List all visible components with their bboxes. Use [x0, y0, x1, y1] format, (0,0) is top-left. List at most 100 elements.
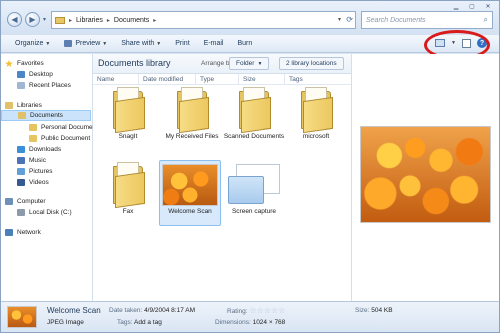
nav-music[interactable]: Music: [17, 155, 46, 166]
star-icon: [5, 60, 13, 67]
close-button[interactable]: ✕: [481, 2, 495, 10]
email-button[interactable]: E-mail: [204, 40, 224, 47]
nav-desktop[interactable]: Desktop: [17, 69, 53, 80]
breadcrumb-separator-icon[interactable]: ▸: [153, 17, 156, 24]
nav-label: Videos: [29, 179, 49, 186]
breadcrumb-separator-icon[interactable]: ▸: [69, 17, 72, 24]
add-tag-field[interactable]: Add a tag: [134, 319, 162, 326]
details-file-name: Welcome Scan: [47, 306, 101, 315]
library-header: Documents library Arrange by: Folder ▼ 2 …: [93, 54, 351, 74]
nav-label: Pictures: [29, 168, 53, 175]
library-title: Documents library: [98, 58, 171, 68]
screen-capture-thumbnail: [226, 162, 282, 206]
minimize-button[interactable]: ▁: [449, 2, 463, 10]
details-dimensions: Dimensions: 1024 × 768: [215, 319, 286, 326]
search-icon[interactable]: ⌕: [484, 15, 488, 25]
list-item[interactable]: My Received Files: [161, 87, 223, 141]
refresh-icon[interactable]: ⟳: [346, 15, 353, 24]
list-item[interactable]: Fax: [97, 162, 159, 216]
forward-arrow-icon: ▶: [29, 15, 36, 24]
address-dropdown-icon[interactable]: ▾: [338, 16, 341, 23]
preview-button[interactable]: Preview ▼: [64, 40, 107, 47]
nav-personal-documents[interactable]: Personal Docume: [29, 122, 93, 133]
column-headers: Name Date modified Type Size Tags: [93, 74, 351, 85]
folder-icon: [111, 87, 145, 134]
folder-icon: [111, 162, 145, 209]
chevron-down-icon: ▼: [257, 60, 263, 67]
print-button[interactable]: Print: [175, 40, 189, 47]
nav-label: Public Document: [41, 135, 91, 142]
nav-favorites[interactable]: Favorites: [5, 58, 44, 69]
library-icon: [55, 16, 65, 24]
downloads-icon: [17, 146, 25, 153]
preview-pane: [351, 54, 499, 301]
nav-label: Local Disk (C:): [29, 209, 72, 216]
organize-button[interactable]: Organize ▼: [15, 40, 50, 47]
nav-computer[interactable]: Computer: [5, 196, 46, 207]
share-with-button[interactable]: Share with ▼: [121, 40, 161, 47]
folder-icon: [29, 135, 37, 142]
breadcrumb-libraries[interactable]: Libraries: [76, 17, 103, 24]
nav-documents[interactable]: Documents: [1, 110, 91, 121]
computer-icon: [5, 198, 13, 205]
list-item[interactable]: microsoft: [285, 87, 347, 141]
column-header-size[interactable]: Size: [239, 74, 285, 85]
item-label: Fax: [122, 208, 134, 215]
star-icon: ☆: [263, 306, 271, 315]
search-input[interactable]: Search Documents ⌕: [361, 11, 493, 29]
details-tags: Tags: Add a tag: [117, 319, 162, 326]
arrange-by-dropdown[interactable]: Folder ▼: [229, 57, 270, 70]
forward-button[interactable]: ▶: [25, 12, 40, 27]
library-locations-button[interactable]: 2 library locations: [279, 57, 344, 70]
nav-downloads[interactable]: Downloads: [17, 144, 61, 155]
file-list: Documents library Arrange by: Folder ▼ 2 …: [93, 54, 351, 301]
preview-label: Preview: [75, 40, 101, 47]
burn-button[interactable]: Burn: [238, 40, 253, 47]
library-icon: [5, 102, 13, 109]
breadcrumb-documents[interactable]: Documents: [114, 17, 149, 24]
preview-app-icon: [64, 40, 73, 47]
recent-pages-dropdown[interactable]: ▾: [43, 16, 46, 23]
nav-label: Computer: [17, 198, 46, 205]
item-label: My Received Files: [165, 133, 219, 140]
list-item-selected[interactable]: Welcome Scan: [159, 160, 221, 226]
nav-public-documents[interactable]: Public Document: [29, 133, 90, 144]
chevron-down-icon: ▼: [156, 40, 162, 47]
nav-pictures[interactable]: Pictures: [17, 166, 52, 177]
nav-label: Libraries: [17, 102, 42, 109]
image-thumbnail: [162, 164, 218, 206]
list-item[interactable]: SnagIt: [97, 87, 159, 141]
list-item[interactable]: Scanned Documents: [223, 87, 285, 141]
item-label: microsoft: [302, 133, 330, 140]
breadcrumb-separator-icon[interactable]: ▸: [107, 17, 110, 24]
star-icon: ☆: [249, 306, 257, 315]
column-header-date-modified[interactable]: Date modified: [139, 74, 196, 85]
folder-icon: [29, 124, 37, 131]
maximize-button[interactable]: ▢: [465, 2, 479, 10]
list-item[interactable]: Screen capture: [223, 162, 285, 216]
documents-library-icon: [18, 112, 26, 119]
column-header-type[interactable]: Type: [196, 74, 239, 85]
star-icon: ☆: [256, 306, 264, 315]
nav-recent-places[interactable]: Recent Places: [17, 80, 71, 91]
nav-label: Recent Places: [29, 82, 71, 89]
folder-icon: [175, 87, 209, 134]
hard-drive-icon: [17, 209, 25, 216]
chevron-down-icon: ▼: [45, 40, 51, 47]
details-size: Size: 504 KB: [355, 307, 393, 314]
organize-label: Organize: [15, 40, 44, 47]
music-icon: [17, 157, 25, 164]
rating-stars[interactable]: ☆☆☆☆☆: [249, 306, 285, 315]
address-bar[interactable]: ▸ Libraries ▸ Documents ▸ ▾ ⟳: [51, 11, 356, 29]
nav-local-disk[interactable]: Local Disk (C:): [17, 207, 72, 218]
column-header-tags[interactable]: Tags: [285, 74, 351, 85]
nav-videos[interactable]: Videos: [17, 177, 49, 188]
back-button[interactable]: ◀: [7, 12, 22, 27]
search-placeholder: Search Documents: [366, 16, 426, 24]
column-header-name[interactable]: Name: [93, 74, 139, 85]
item-label: SnagIt: [118, 133, 138, 140]
item-label: Screen capture: [231, 208, 277, 215]
nav-network[interactable]: Network: [5, 227, 41, 238]
back-arrow-icon: ◀: [11, 15, 18, 24]
nav-label: Desktop: [29, 71, 53, 78]
